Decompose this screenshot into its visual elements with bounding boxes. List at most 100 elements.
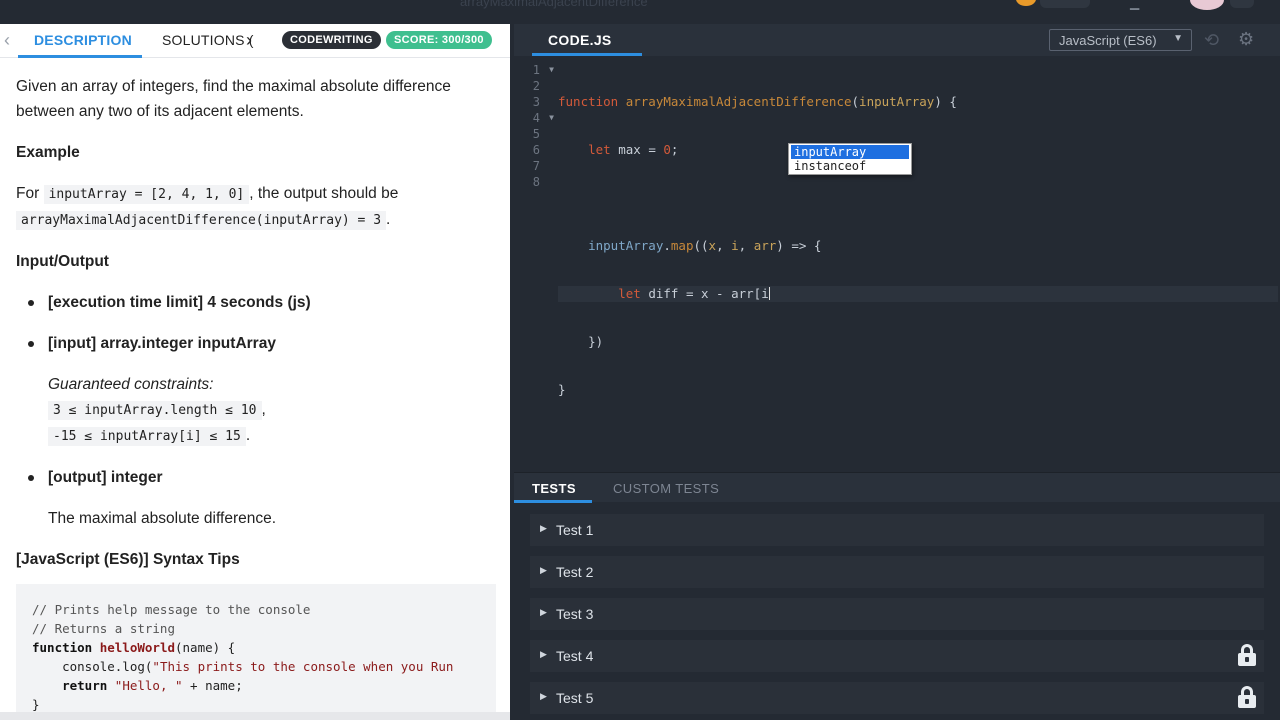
editor-tabbar: CODE.JS JavaScript (ES6) ▼ ⟲ ⚙ <box>514 24 1280 56</box>
chevron-right-icon[interactable]: › <box>246 30 252 51</box>
reset-icon[interactable]: ⟲ <box>1204 30 1219 51</box>
autocomplete-item[interactable]: instanceof <box>789 159 911 173</box>
constraint-2-end: . <box>245 427 251 444</box>
code-punct: . <box>663 238 671 253</box>
code-line[interactable]: let max = 0; <box>558 142 1278 158</box>
fold-arrow-icon[interactable]: ▼ <box>549 62 554 78</box>
code-line[interactable]: }) <box>558 334 1278 350</box>
code-line[interactable]: function arrayMaximalAdjacentDifference(… <box>558 94 1278 110</box>
line-number: 3 <box>532 95 540 109</box>
caret-right-icon: ▶ <box>540 565 547 575</box>
code-punct: ( <box>851 94 860 109</box>
constraint-2-text: -15 ≤ inputArray[i] ≤ 15 <box>48 427 246 446</box>
input-label: [input] array.integer inputArray <box>16 331 486 356</box>
code-object: inputArray <box>558 238 664 253</box>
code-text: }) <box>558 334 604 349</box>
line-number: 5 <box>532 127 540 141</box>
tests-panel: TESTS CUSTOM TESTS ▶ Test 1 ▶ Test 2 ▶ Test… <box>514 472 1280 720</box>
language-select[interactable]: JavaScript (ES6) ▼ <box>1049 29 1192 51</box>
horizontal-scrollbar[interactable] <box>0 712 510 720</box>
autocomplete-popup[interactable]: inputArray instanceof <box>788 143 912 175</box>
line-number: 1 ▼ <box>514 62 554 78</box>
code-punct: ; <box>670 142 679 157</box>
caret-right-icon: ▶ <box>540 607 547 617</box>
line-number: 4 ▼ <box>514 110 554 126</box>
active-tab-indicator <box>18 55 142 58</box>
constraints-heading: Guaranteed constraints: <box>48 376 214 393</box>
active-tab-indicator <box>532 53 642 56</box>
coins-icon[interactable] <box>1016 0 1036 6</box>
test-row[interactable]: ▶ Test 5 <box>530 682 1264 714</box>
gear-icon[interactable]: ⚙ <box>1238 29 1254 50</box>
example-end: . <box>386 211 391 228</box>
score-badge: SCORE: 300/300 <box>386 31 492 49</box>
output-desc: The maximal absolute difference. <box>48 510 277 527</box>
tab-code-js[interactable]: CODE.JS <box>514 24 642 56</box>
autocomplete-item-selected[interactable]: inputArray <box>791 145 909 159</box>
code-keyword: let <box>558 142 619 157</box>
line-number-text: 4 <box>532 111 540 125</box>
test-label: Test 3 <box>556 606 594 622</box>
code-number: 0 <box>663 142 671 157</box>
code-editor-panel: CODE.JS JavaScript (ES6) ▼ ⟲ ⚙ 1 ▼ 2 3 4 ▼ … <box>514 24 1280 472</box>
constraint-1-end: , <box>261 401 266 418</box>
test-label: Test 2 <box>556 564 594 580</box>
tests-tabbar: TESTS CUSTOM TESTS <box>514 472 1280 503</box>
code-text-area[interactable]: function arrayMaximalAdjacentDifference(… <box>558 62 1278 478</box>
line-gutter: 1 ▼ 2 3 4 ▼ 5 6 7 8 <box>514 62 554 190</box>
code-text: (name) { <box>175 640 236 655</box>
output-label: [output] integer <box>16 465 486 490</box>
code-line[interactable] <box>558 190 1278 206</box>
code-punct: (( <box>693 238 709 253</box>
syntax-tips-code: // Prints help message to the console //… <box>16 584 496 720</box>
language-value: JavaScript (ES6) <box>1059 33 1157 48</box>
code-line-active[interactable]: let diff = x - arr[i <box>558 286 1278 302</box>
code-line[interactable]: } <box>558 382 1278 398</box>
lock-icon <box>1238 686 1256 708</box>
tab-custom-tests[interactable]: CUSTOM TESTS <box>613 481 719 496</box>
code-line[interactable]: inputArray.map((x, i, arr) => { <box>558 238 1278 254</box>
code-string: "Hello, " <box>114 678 183 693</box>
tab-solutions[interactable]: SOLUTIONS ( <box>162 32 254 48</box>
task-description: Given an array of integers, find the max… <box>16 74 486 572</box>
example-text: For inputArray = [2, 4, 1, 0], the outpu… <box>16 181 486 233</box>
avatar[interactable] <box>1190 0 1224 10</box>
description-tabs: ‹ DESCRIPTION SOLUTIONS ( › CODEWRITING … <box>0 24 510 58</box>
test-row[interactable]: ▶ Test 1 <box>530 514 1264 546</box>
test-row[interactable]: ▶ Test 3 <box>530 598 1264 630</box>
notifications-icon[interactable]: ▁ <box>1130 0 1150 10</box>
active-tab-indicator <box>514 500 592 503</box>
constraint-1: 3 ≤ inputArray.length ≤ 10, <box>16 397 486 423</box>
user-menu[interactable] <box>1230 0 1254 8</box>
tab-description[interactable]: DESCRIPTION <box>34 32 132 48</box>
line-number-text: 1 <box>532 63 540 77</box>
fold-arrow-icon[interactable]: ▼ <box>549 110 554 126</box>
code-line[interactable] <box>558 430 1278 446</box>
io-heading: Input/Output <box>16 253 109 270</box>
lock-icon <box>1238 644 1256 666</box>
page-title: arrayMaximalAdjacentDifference <box>460 0 648 9</box>
code-string: "This prints to the console when you Run <box>152 659 454 674</box>
example-for: For <box>16 185 40 202</box>
constraint-1-text: 3 ≤ inputArray.length ≤ 10 <box>48 401 262 420</box>
code-keyword: let <box>558 286 649 301</box>
code-param: x <box>708 238 717 253</box>
test-row[interactable]: ▶ Test 4 <box>530 640 1264 672</box>
description-panel: ‹ DESCRIPTION SOLUTIONS ( › CODEWRITING … <box>0 24 510 720</box>
caret-right-icon: ▶ <box>540 649 547 659</box>
test-label: Test 1 <box>556 522 594 538</box>
chevron-left-icon[interactable]: ‹ <box>4 30 10 51</box>
code-text: console.log( <box>32 659 153 674</box>
code-text: = x - arr[i <box>678 286 769 301</box>
tab-tests[interactable]: TESTS <box>532 481 576 496</box>
example-input: inputArray = [2, 4, 1, 0] <box>43 185 250 204</box>
line-number: 8 <box>532 175 540 189</box>
time-limit: [execution time limit] 4 seconds (js) <box>16 290 486 315</box>
test-row[interactable]: ▶ Test 2 <box>530 556 1264 588</box>
caret-right-icon: ▶ <box>540 691 547 701</box>
coins-counter[interactable] <box>1040 0 1090 8</box>
code-comment: // Returns a string <box>32 621 175 636</box>
task-intro: Given an array of integers, find the max… <box>16 78 451 120</box>
code-punct: ) => { <box>776 238 822 253</box>
test-label: Test 5 <box>556 690 594 706</box>
